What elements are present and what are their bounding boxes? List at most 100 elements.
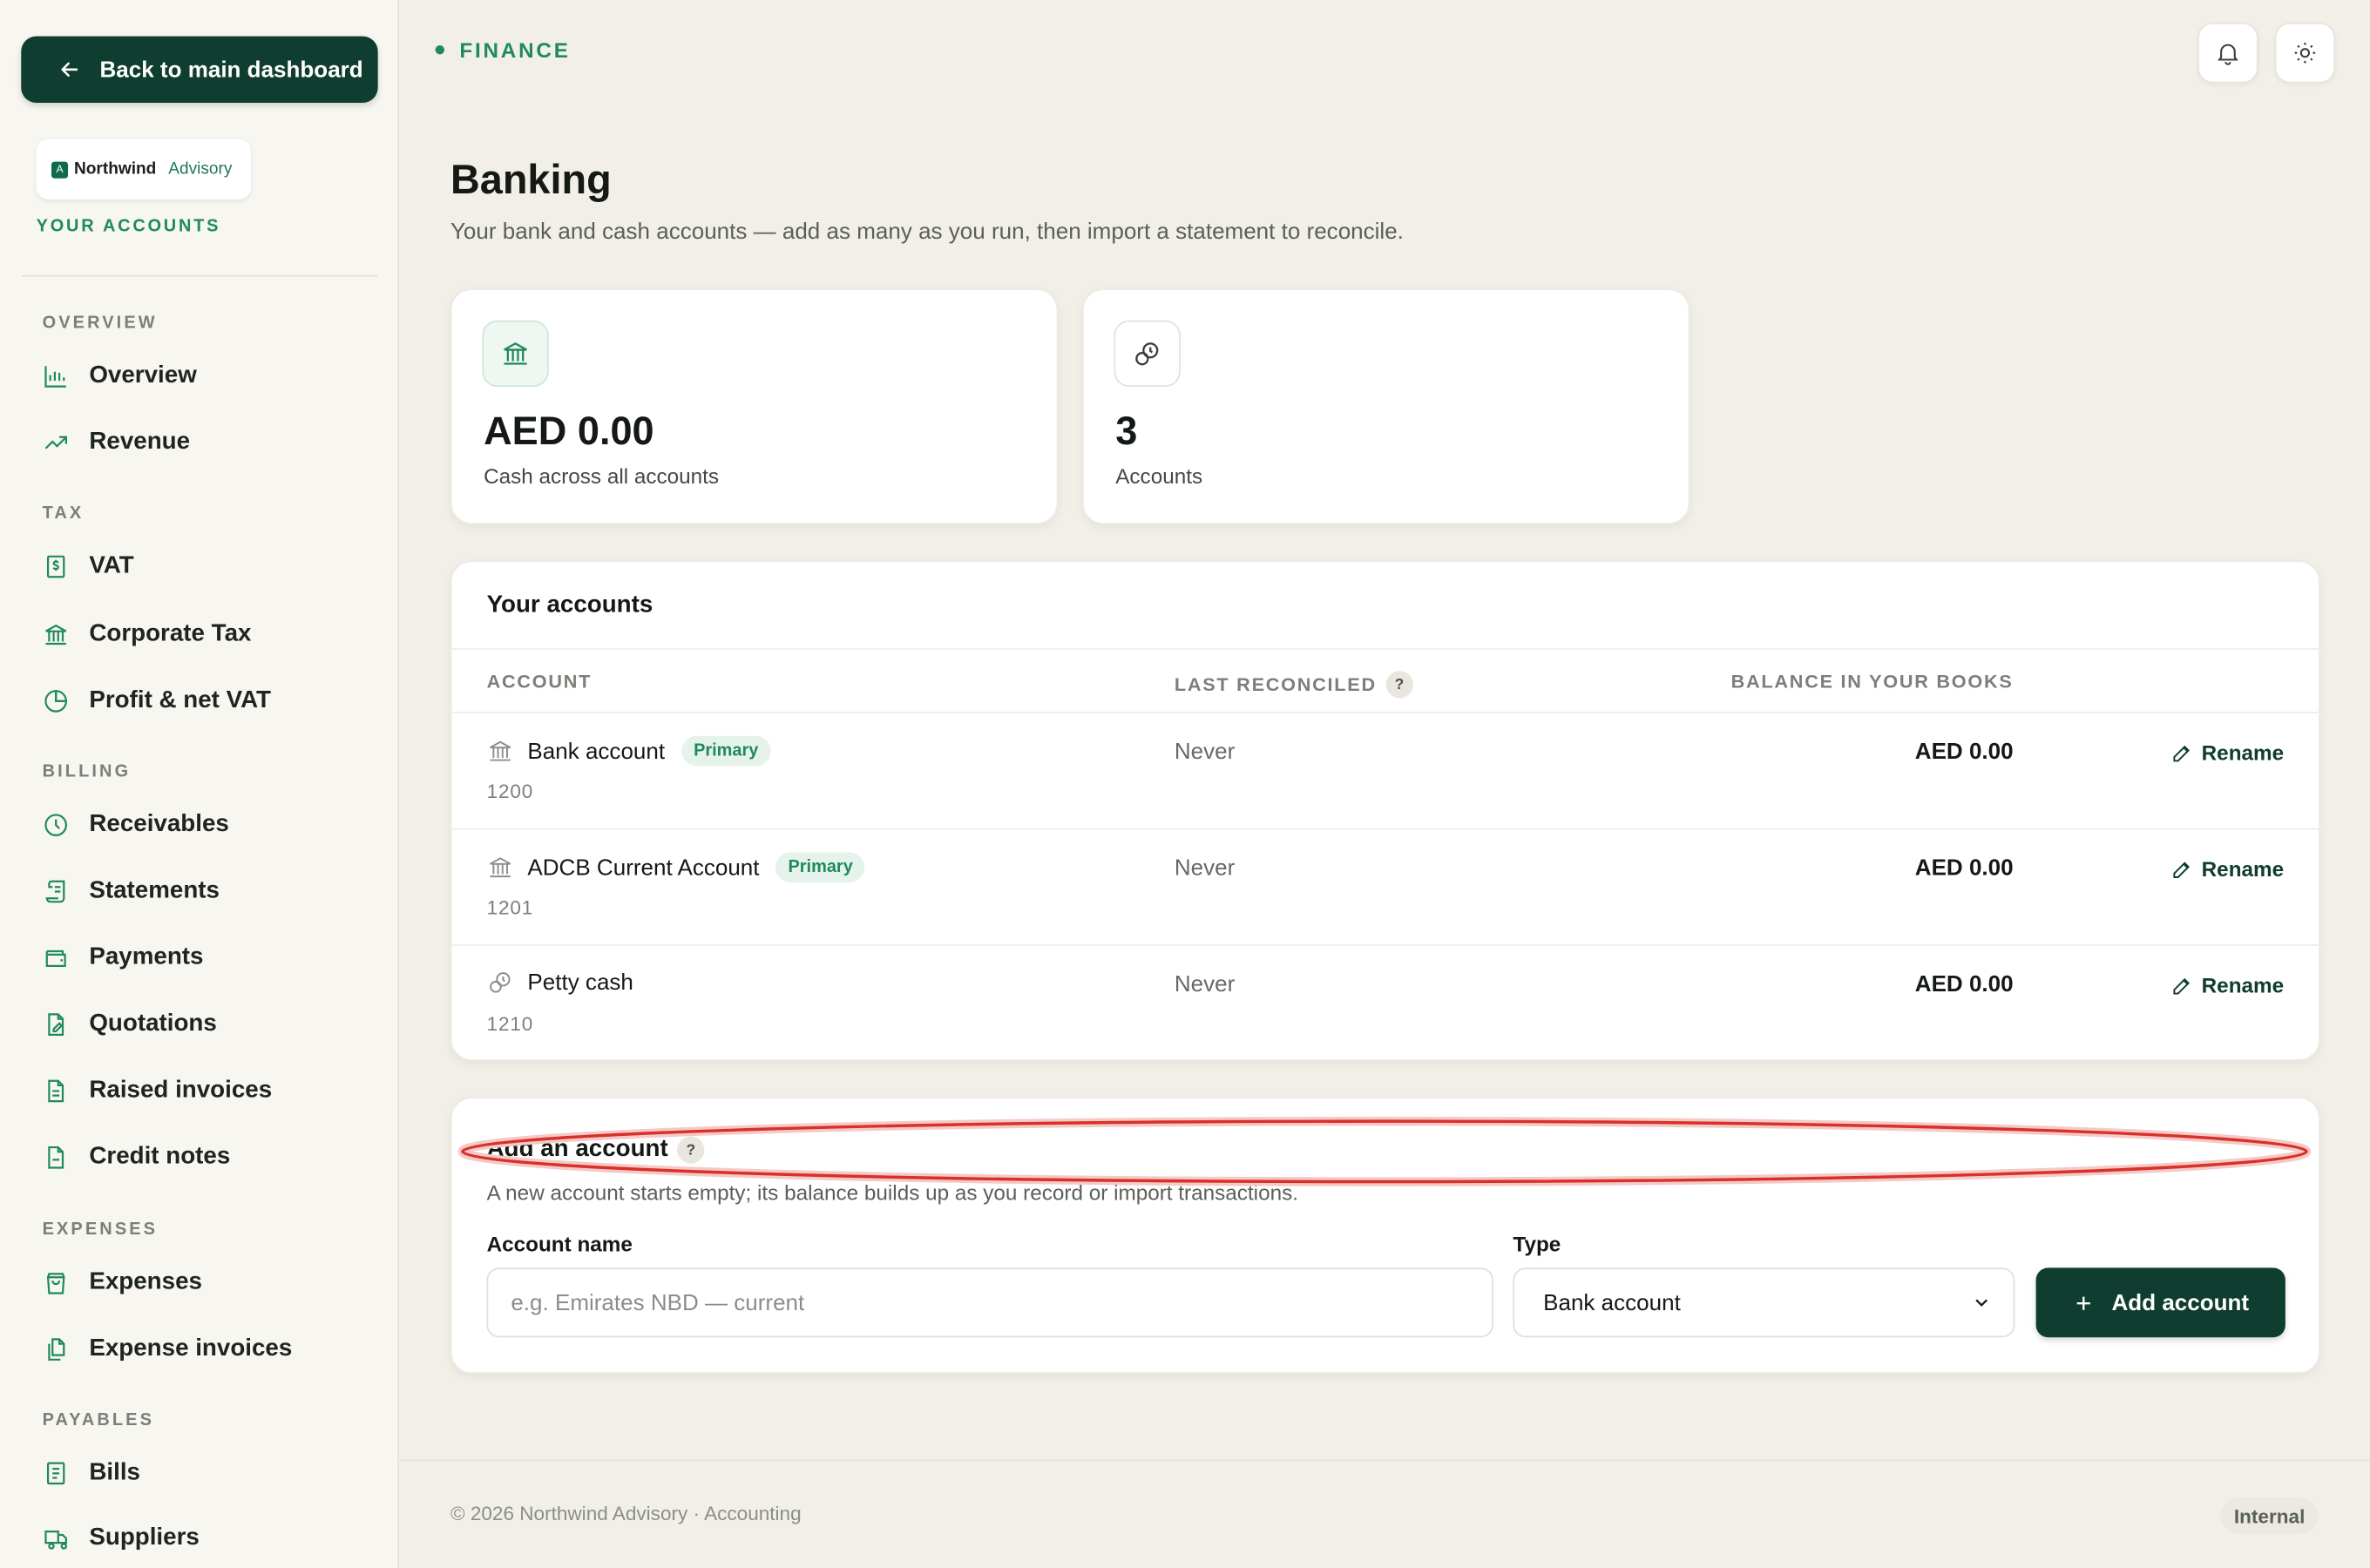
sidebar-divider	[21, 274, 378, 277]
divider	[451, 712, 2322, 713]
coins-icon	[1135, 342, 1159, 366]
account-type-select[interactable]: Bank account	[1513, 1267, 2015, 1338]
brand-name: Northwind	[74, 159, 157, 179]
account-name: ADCB Current Account Primary	[487, 852, 865, 883]
last-reconciled: Never	[1174, 739, 1236, 765]
bank-icon	[503, 342, 528, 365]
file-text-icon	[48, 1079, 64, 1103]
divider	[451, 648, 2322, 650]
plus-icon	[2076, 1295, 2091, 1309]
add-account-title-label: Add an account	[486, 1136, 668, 1162]
shopping-bag-icon	[46, 1273, 65, 1294]
col-header-last-reconciled: LAST RECONCILED ?	[1174, 671, 1413, 699]
sidebar-item-label: Receivables	[89, 811, 229, 838]
add-account-description: A new account starts empty; its balance …	[486, 1179, 1298, 1205]
account-name: Bank account Primary	[487, 735, 771, 767]
sidebar-item-profit-net-vat[interactable]: Profit & net VAT	[43, 683, 271, 720]
your-accounts-label: YOUR ACCOUNTS	[36, 217, 221, 236]
coins-icon	[490, 972, 511, 993]
sidebar-item-vat[interactable]: VAT	[43, 549, 134, 585]
footer-text: © 2026 Northwind Advisory · Accounting	[450, 1502, 802, 1525]
stat-label: Accounts	[1115, 463, 1203, 489]
sidebar-item-label: Expense invoices	[89, 1335, 293, 1362]
sidebar-item-label: Suppliers	[89, 1524, 200, 1551]
account-type-value: Bank account	[1543, 1289, 1681, 1316]
sidebar-item-expenses[interactable]: Expenses	[43, 1265, 202, 1301]
add-account-button[interactable]: Add account	[2035, 1267, 2285, 1338]
bank-icon	[44, 624, 67, 645]
divider	[451, 944, 2322, 946]
breadcrumb: FINANCE	[435, 37, 571, 63]
help-icon[interactable]: ?	[677, 1136, 705, 1164]
rename-button[interactable]: Rename	[2170, 740, 2284, 765]
sidebar-item-label: Raised invoices	[89, 1077, 273, 1104]
stat-value: AED 0.00	[484, 408, 654, 454]
sidebar-item-quotations[interactable]: Quotations	[43, 1006, 217, 1043]
balance: AED 0.00	[1914, 855, 2014, 882]
sidebar-item-label: Revenue	[89, 429, 191, 456]
breadcrumb-label: FINANCE	[459, 37, 571, 63]
theme-toggle-button[interactable]	[2274, 23, 2336, 84]
back-label: Back to main dashboard	[99, 57, 363, 83]
add-account-title: Add an account ?	[486, 1136, 705, 1164]
col-header-balance: BALANCE IN YOUR BOOKS	[1731, 671, 2014, 692]
stat-card-cash: AED 0.00 Cash across all accounts	[450, 288, 1059, 524]
account-name-label: Bank account	[527, 738, 666, 764]
brand-logo: A Northwind Advisory	[36, 139, 251, 199]
back-to-dashboard-button[interactable]: Back to main dashboard	[21, 36, 378, 103]
account-name-label: ADCB Current Account	[527, 854, 760, 881]
add-account-button-label: Add account	[2111, 1289, 2250, 1316]
clock-icon	[44, 814, 67, 836]
notifications-button[interactable]	[2197, 23, 2258, 84]
sidebar-item-suppliers[interactable]: Suppliers	[43, 1520, 200, 1557]
bell-icon	[2218, 44, 2238, 65]
account-name-input[interactable]	[486, 1267, 1493, 1338]
environment-badge: Internal	[2220, 1497, 2319, 1534]
file-icon	[48, 1146, 64, 1169]
pencil-icon	[2172, 977, 2190, 994]
bank-icon	[490, 857, 511, 878]
sidebar-item-corporate-tax[interactable]: Corporate Tax	[43, 617, 252, 653]
accounts-panel: Your accounts ACCOUNT LAST RECONCILED ? …	[450, 560, 2322, 1061]
sidebar-item-expense-invoices[interactable]: Expense invoices	[43, 1331, 293, 1368]
sidebar-item-statements[interactable]: Statements	[43, 874, 220, 910]
stat-icon-wrap	[1114, 320, 1181, 388]
primary-badge: Primary	[775, 852, 865, 883]
sidebar-item-label: Payments	[89, 944, 204, 970]
section-billing: BILLING	[42, 763, 132, 781]
rename-button[interactable]: Rename	[2170, 973, 2284, 997]
crumb-dot	[435, 45, 445, 55]
sidebar-item-overview[interactable]: Overview	[43, 358, 197, 395]
section-expenses: EXPENSES	[42, 1220, 159, 1240]
sidebar-item-raised-invoices[interactable]: Raised invoices	[43, 1073, 273, 1110]
receipt-dollar-icon	[46, 555, 65, 578]
file-edit-icon	[48, 1013, 64, 1036]
sidebar-item-payments[interactable]: Payments	[43, 940, 204, 977]
stat-value: 3	[1115, 408, 1138, 454]
sidebar-item-credit-notes[interactable]: Credit notes	[43, 1139, 231, 1176]
files-icon	[48, 1338, 65, 1361]
col-header-label: LAST RECONCILED	[1174, 673, 1377, 695]
help-icon[interactable]: ?	[1385, 671, 1413, 699]
truck-icon	[44, 1531, 67, 1550]
pie-chart-icon	[44, 690, 68, 713]
sidebar-item-label: Credit notes	[89, 1144, 231, 1170]
sun-icon	[2294, 43, 2316, 64]
section-overview: OVERVIEW	[42, 314, 158, 333]
footer-divider	[398, 1459, 2370, 1462]
sidebar-item-label: Corporate Tax	[89, 620, 252, 647]
sidebar-item-label: Profit & net VAT	[89, 687, 272, 713]
arrow-left-icon	[61, 62, 78, 78]
type-label: Type	[1513, 1231, 1561, 1256]
stat-label: Cash across all accounts	[484, 463, 720, 489]
sidebar-item-label: Statements	[89, 877, 220, 904]
primary-badge: Primary	[681, 735, 771, 767]
sidebar-item-bills[interactable]: Bills	[43, 1456, 140, 1492]
sidebar-item-label: Overview	[89, 362, 197, 389]
sidebar-item-receivables[interactable]: Receivables	[43, 807, 229, 843]
account-name-label: Petty cash	[527, 969, 633, 996]
sidebar-item-revenue[interactable]: Revenue	[43, 424, 190, 461]
rename-button[interactable]: Rename	[2170, 857, 2284, 881]
sidebar: Back to main dashboard A Northwind Advis…	[0, 0, 399, 1568]
balance: AED 0.00	[1914, 739, 2014, 765]
